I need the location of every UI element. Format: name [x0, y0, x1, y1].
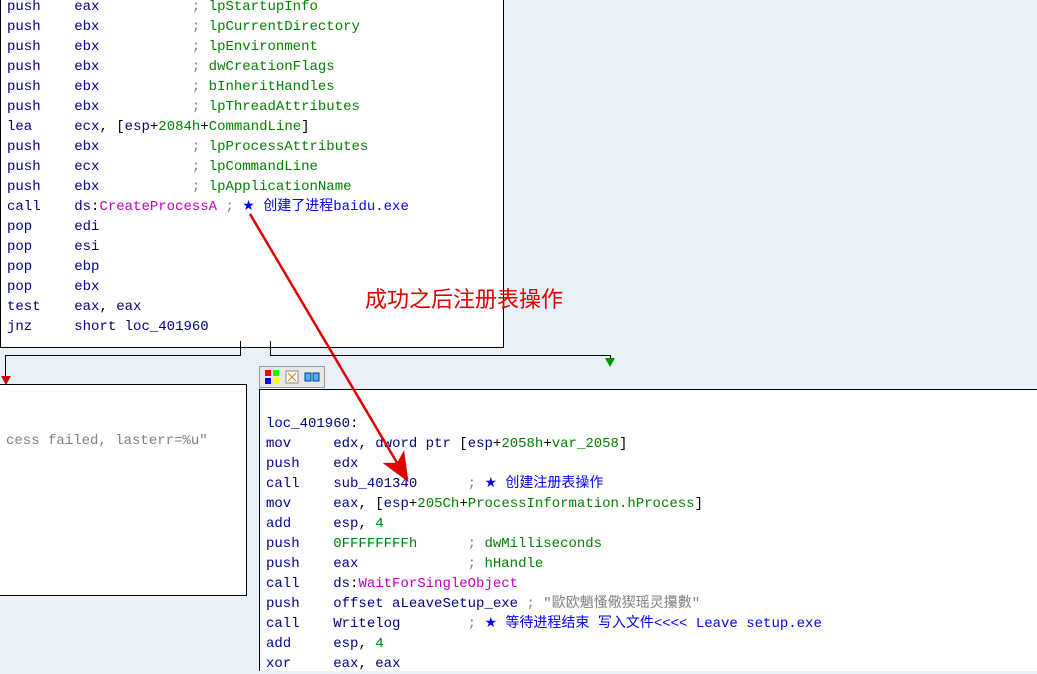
annotation-text: 成功之后注册表操作 — [365, 290, 563, 310]
edge-green — [270, 341, 611, 356]
node-toolbar — [259, 366, 325, 388]
edge-green-down — [610, 355, 611, 361]
disasm-block-bottom[interactable]: loc_401960: mov edx, dword ptr [esp+2058… — [259, 389, 1037, 671]
edge-red — [5, 341, 241, 356]
disasm-block-left[interactable]: cess failed, lasterr=%u" — [0, 384, 247, 596]
edge-red-down — [5, 355, 6, 379]
color-icon[interactable] — [264, 369, 280, 385]
group-icon[interactable] — [304, 369, 320, 385]
edit-icon[interactable] — [284, 369, 300, 385]
